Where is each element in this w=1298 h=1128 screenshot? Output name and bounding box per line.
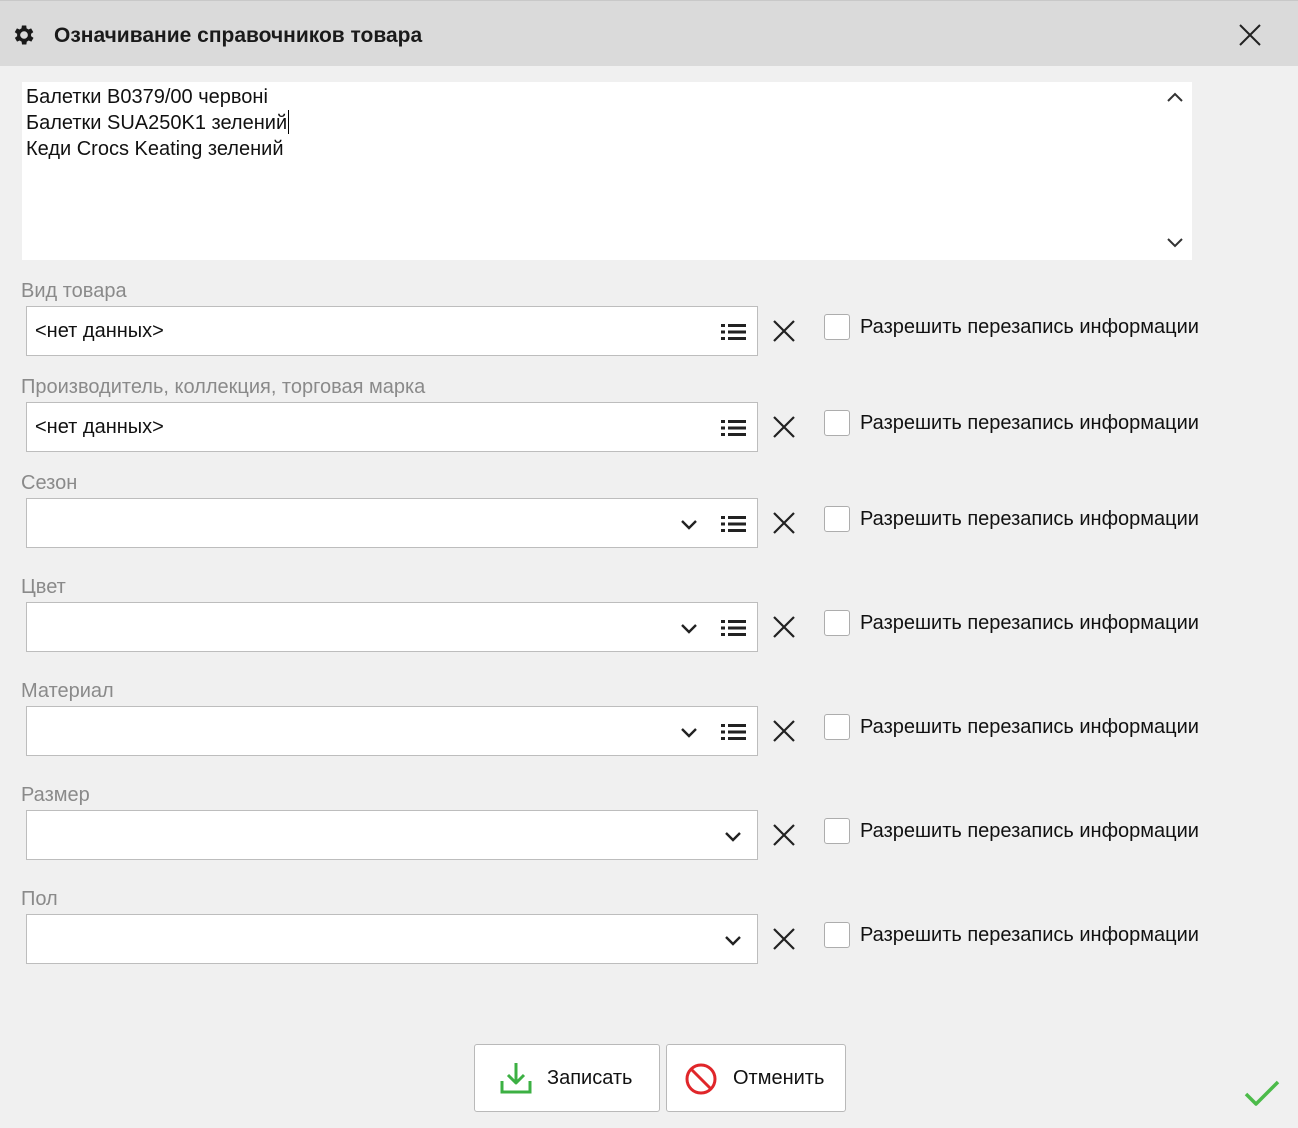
overwrite-checkbox-label[interactable]: Разрешить перезапись информации [860, 714, 1199, 740]
clear-icon[interactable] [768, 819, 800, 851]
gear-icon [14, 25, 34, 45]
chevron-down-icon[interactable] [675, 615, 703, 641]
save-button[interactable]: Записать [474, 1044, 660, 1112]
lookup-field[interactable]: <нет данных> [26, 402, 758, 452]
list-select-icon[interactable] [717, 615, 751, 641]
field-label: Вид товара [21, 280, 127, 302]
title-bar: Означивание справочников товара [0, 0, 1298, 66]
list-select-icon[interactable] [717, 719, 751, 745]
field-label: Цвет [21, 576, 66, 598]
field-value: <нет данных> [35, 416, 164, 438]
memo-line: Кеди Crocs Keating зелений [26, 138, 284, 160]
dialog-title: Означивание справочников товара [54, 24, 423, 47]
overwrite-checkbox[interactable] [824, 818, 850, 844]
clear-icon[interactable] [768, 715, 800, 747]
overwrite-checkbox-label[interactable]: Разрешить перезапись информации [860, 818, 1199, 844]
cancel-button-label: Отменить [733, 1067, 825, 1089]
memo-line-with-caret: Балетки SUA250K1 зелений [26, 110, 290, 136]
overwrite-checkbox-label[interactable]: Разрешить перезапись информации [860, 610, 1199, 636]
memo-line: Балетки SUA250K1 зелений [26, 112, 288, 134]
field-label: Материал [21, 680, 114, 702]
overwrite-checkbox[interactable] [824, 922, 850, 948]
overwrite-checkbox[interactable] [824, 610, 850, 636]
memo-line: Балетки B0379/00 червоні [26, 86, 268, 108]
products-memo[interactable]: Балетки B0379/00 червоні Балетки SUA250K… [22, 82, 1192, 260]
cancel-button[interactable]: Отменить [666, 1044, 846, 1112]
overwrite-checkbox-label[interactable]: Разрешить перезапись информации [860, 506, 1199, 532]
clear-icon[interactable] [768, 507, 800, 539]
list-select-icon[interactable] [717, 319, 751, 345]
overwrite-checkbox[interactable] [824, 714, 850, 740]
overwrite-checkbox[interactable] [824, 506, 850, 532]
chevron-down-icon[interactable] [675, 511, 703, 537]
field-label: Размер [21, 784, 90, 806]
field-value: <нет данных> [35, 320, 164, 342]
text-caret [288, 110, 290, 134]
clear-icon[interactable] [768, 611, 800, 643]
chevron-down-icon[interactable] [719, 823, 747, 849]
chevron-down-icon[interactable] [1162, 230, 1188, 254]
list-select-icon[interactable] [717, 511, 751, 537]
combo-field[interactable] [26, 914, 758, 964]
combo-field[interactable] [26, 602, 758, 652]
combo-field[interactable] [26, 810, 758, 860]
combo-field[interactable] [26, 706, 758, 756]
download-save-icon [500, 1063, 532, 1094]
chevron-down-icon[interactable] [675, 719, 703, 745]
field-label: Производитель, коллекция, торговая марка [21, 376, 426, 398]
overwrite-checkbox-label[interactable]: Разрешить перезапись информации [860, 410, 1199, 436]
overwrite-checkbox[interactable] [824, 314, 850, 340]
save-button-label: Записать [547, 1067, 633, 1089]
checkmark-icon [1244, 1080, 1280, 1106]
dialog-window: Означивание справочников товара Балетки … [0, 0, 1298, 1128]
field-label: Сезон [21, 472, 78, 494]
chevron-down-icon[interactable] [719, 927, 747, 953]
close-icon[interactable] [1232, 17, 1268, 53]
products-memo-text: Балетки B0379/00 червоні Балетки SUA250K… [26, 84, 290, 162]
list-select-icon[interactable] [717, 415, 751, 441]
clear-icon[interactable] [768, 315, 800, 347]
clear-icon[interactable] [768, 923, 800, 955]
prohibited-cancel-icon [685, 1063, 717, 1095]
chevron-up-icon[interactable] [1162, 86, 1188, 110]
lookup-field[interactable]: <нет данных> [26, 306, 758, 356]
overwrite-checkbox[interactable] [824, 410, 850, 436]
clear-icon[interactable] [768, 411, 800, 443]
overwrite-checkbox-label[interactable]: Разрешить перезапись информации [860, 314, 1199, 340]
field-label: Пол [21, 888, 58, 910]
overwrite-checkbox-label[interactable]: Разрешить перезапись информации [860, 922, 1199, 948]
combo-field[interactable] [26, 498, 758, 548]
